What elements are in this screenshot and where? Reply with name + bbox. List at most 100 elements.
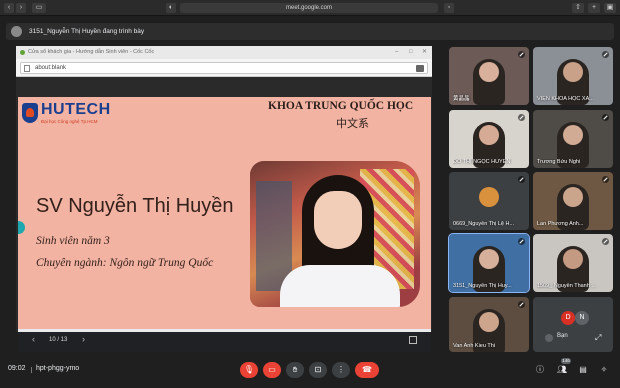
mic-off-icon	[602, 238, 609, 245]
share-icon[interactable]: ⇧	[572, 3, 584, 13]
participant-tile[interactable]: VIỆN KHOA HỌC XA...	[533, 47, 613, 105]
fullscreen-icon[interactable]	[409, 336, 417, 344]
mic-off-icon	[602, 51, 609, 58]
participant-face	[479, 125, 499, 145]
participant-name: Lan Phương Anh...	[537, 221, 584, 227]
expand-icon[interactable]: ⤢	[595, 333, 601, 343]
people-icon[interactable]: 👥︎	[556, 364, 568, 376]
phone-hangup-icon: ☎	[362, 365, 372, 374]
participants-count-badge: 146	[561, 358, 571, 364]
avatar	[11, 26, 22, 37]
shared-window-addressbar: about:blank	[16, 59, 432, 77]
participant-tile[interactable]: Trương Bửu Nghi	[533, 110, 613, 168]
participant-name: 1509_ Nguyễn Thanh ...	[537, 283, 596, 289]
participant-face	[563, 62, 583, 82]
student-year: Sinh viên năm 3	[36, 235, 110, 247]
mic-off-icon	[518, 51, 525, 58]
shared-address-field: about:blank	[20, 62, 428, 74]
meeting-time: 09:02	[8, 365, 26, 372]
self-avatar-d: D	[561, 311, 575, 325]
blank-area	[16, 77, 432, 96]
mic-off-icon	[518, 238, 525, 245]
participant-name: 黄晶晶	[453, 96, 470, 102]
mic-off-icon	[518, 176, 525, 183]
mic-toggle-button[interactable]: 🎙︎	[240, 362, 258, 378]
participant-face	[563, 187, 583, 207]
sidebar-icon[interactable]: ▭	[32, 3, 46, 13]
self-label: Bạn	[557, 333, 568, 339]
photo-shirt	[280, 265, 400, 307]
raise-hand-button[interactable]: ✋︎	[286, 362, 304, 378]
camera-off-icon: ▭	[268, 365, 276, 374]
slide-header: KHOA TRUNG QUỐC HỌC	[268, 100, 414, 112]
back-icon[interactable]: ‹	[4, 3, 14, 13]
previous-slide-icon[interactable]: ‹	[32, 334, 35, 344]
mic-off-icon	[602, 114, 609, 121]
mic-off-icon: 🎙︎	[243, 365, 255, 374]
mic-off-icon	[602, 176, 609, 183]
chat-icon[interactable]: ▤	[577, 364, 589, 376]
shared-window-titlebar: Cửa sổ khách gia - Hướng dẫn Sinh viên -…	[16, 46, 432, 59]
info-icon[interactable]: ⓘ	[534, 364, 546, 376]
participant-face	[479, 312, 499, 332]
participant-tile[interactable]: 0669_Nguyễn Thị Lệ H...	[449, 172, 529, 230]
presenting-banner: 3151_Nguyễn Thị Huyền đang trình bày	[6, 23, 614, 40]
participant-name: ĐỖ THỊ NGỌC HUYỀN	[453, 159, 511, 165]
participant-name: Trương Bửu Nghi	[537, 159, 581, 165]
browser-toolbar: ‹ › ▭ ◐ meet.google.com ◦ ⇧ + ▣	[0, 0, 620, 16]
participant-tile[interactable]: 3151_Nguyễn Thị Huy...	[448, 233, 530, 293]
participant-name: VIỆN KHOA HỌC XA...	[537, 96, 594, 102]
participant-tile[interactable]: Lan Phương Anh...	[533, 172, 613, 230]
more-options-button[interactable]: ⋮	[332, 362, 350, 378]
presenting-text: 3151_Nguyễn Thị Huyền đang trình bày	[29, 28, 145, 35]
forward-icon[interactable]: ›	[16, 3, 26, 13]
privacy-icon[interactable]: ◐	[166, 3, 176, 13]
next-slide-icon[interactable]: ›	[82, 334, 85, 344]
meeting-code: hpt-phgg-ymo	[36, 365, 80, 372]
mic-off-icon	[545, 334, 553, 342]
more-vert-icon: ⋮	[337, 365, 345, 374]
page-icon	[24, 65, 30, 72]
mic-off-icon	[518, 114, 525, 121]
participant-tile[interactable]: 黄晶晶	[449, 47, 529, 105]
student-major: Chuyên ngành: Ngôn ngữ Trung Quốc	[36, 257, 214, 269]
hutech-logo: HUTECH Đại học Công nghệ Tp.HCM	[22, 101, 122, 127]
slide-header-chinese: 中文系	[336, 117, 369, 130]
tabs-overview-icon[interactable]: ▣	[604, 3, 616, 13]
camera-toggle-button[interactable]: ▭	[263, 362, 281, 378]
presentation-slide: HUTECH Đại học Công nghệ Tp.HCM KHOA TRU…	[18, 97, 431, 329]
minimize-icon: –	[395, 49, 399, 55]
extension-icon[interactable]: ◦	[444, 3, 454, 13]
participant-tile[interactable]: 1509_ Nguyễn Thanh ...	[533, 234, 613, 292]
slide-page-counter: 10 / 13	[49, 337, 68, 343]
student-name: SV Nguyễn Thị Huyền	[36, 195, 234, 217]
logo-name: HUTECH	[41, 101, 111, 118]
participant-name: Van Anh Kieu Thi	[453, 343, 495, 349]
address-bar[interactable]: meet.google.com	[180, 3, 438, 13]
slide-progress-bar	[18, 329, 431, 332]
accent-dot	[18, 221, 25, 234]
present-icon: ⊡	[314, 365, 322, 374]
activities-icon[interactable]: ✧	[598, 364, 610, 376]
self-avatar-n: N	[575, 311, 589, 325]
photo-face	[314, 191, 362, 249]
close-icon: ✕	[422, 49, 428, 55]
participant-face	[479, 62, 499, 82]
shared-address-text: about:blank	[35, 65, 67, 71]
logo-subtitle: Đại học Công nghệ Tp.HCM	[41, 119, 98, 124]
participant-face	[479, 249, 499, 269]
maximize-icon: □	[409, 49, 413, 55]
self-tile[interactable]: D N Bạn ⤢	[533, 297, 613, 352]
participant-tile[interactable]: ĐỖ THỊ NGỌC HUYỀN	[449, 110, 529, 168]
participant-avatar	[479, 187, 499, 207]
present-button[interactable]: ⊡	[309, 362, 327, 378]
participant-name: 3151_Nguyễn Thị Huy...	[453, 283, 512, 289]
divider	[31, 367, 32, 373]
end-call-button[interactable]: ☎	[355, 362, 379, 378]
participant-face	[563, 249, 583, 269]
coccoc-icon	[20, 50, 25, 55]
new-tab-icon[interactable]: +	[588, 3, 600, 13]
address-text: meet.google.com	[285, 5, 333, 11]
participant-tile[interactable]: Van Anh Kieu Thi	[449, 297, 529, 352]
student-photo	[250, 161, 420, 307]
